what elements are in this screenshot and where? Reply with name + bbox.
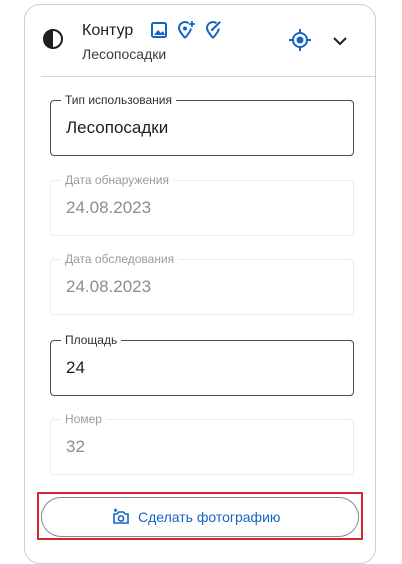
add-camera-icon	[113, 508, 129, 524]
survey-date-field: Дата обследования 24.08.2023	[50, 252, 354, 315]
take-photo-button[interactable]: Сделать фотографию	[41, 497, 359, 537]
header-divider	[41, 76, 375, 77]
contrast-icon	[43, 29, 63, 49]
area-field[interactable]: Площадь 24	[50, 333, 354, 396]
contour-card: Контур Лесопосадки Тип использования Лес…	[24, 4, 376, 564]
survey-date-value: 24.08.2023	[66, 277, 152, 296]
area-label: Площадь	[61, 333, 122, 347]
detection-date-value: 24.08.2023	[66, 198, 152, 217]
number-label: Номер	[61, 412, 106, 426]
usage-type-field[interactable]: Тип использования Лесопосадки	[50, 93, 354, 156]
detection-date-label: Дата обнаружения	[61, 173, 173, 187]
usage-type-value[interactable]: Лесопосадки	[66, 118, 336, 138]
edit-location-icon[interactable]	[204, 20, 224, 40]
my-location-icon[interactable]	[288, 28, 312, 52]
contour-subtitle: Лесопосадки	[82, 46, 167, 62]
image-icon[interactable]	[149, 20, 169, 40]
number-value: 32	[66, 437, 85, 456]
number-field: Номер 32	[50, 412, 354, 475]
contour-title: Контур	[82, 22, 134, 39]
survey-date-label: Дата обследования	[61, 252, 179, 266]
add-location-icon[interactable]	[176, 20, 196, 40]
chevron-down-icon[interactable]	[331, 32, 349, 50]
area-value[interactable]: 24	[66, 358, 336, 378]
take-photo-label: Сделать фотографию	[138, 509, 281, 525]
usage-type-label: Тип использования	[61, 93, 176, 107]
detection-date-field: Дата обнаружения 24.08.2023	[50, 173, 354, 236]
card-header: Контур Лесопосадки	[25, 5, 375, 77]
